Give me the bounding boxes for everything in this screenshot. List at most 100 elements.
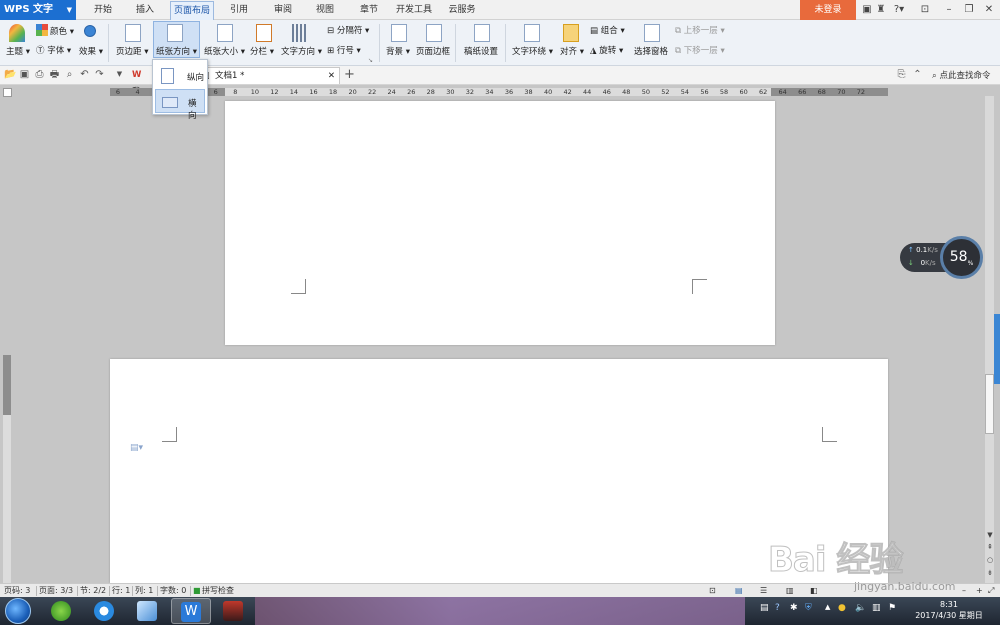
orientation-button[interactable]: 纸张方向 ▾	[156, 45, 197, 57]
share-icon[interactable]: ⎘	[896, 69, 907, 80]
status-page-number[interactable]: 页码: 3	[4, 584, 30, 597]
help-button[interactable]: ?▾	[888, 0, 910, 20]
tab-view[interactable]: 视图	[310, 0, 340, 20]
open-folder-icon[interactable]: 📂	[4, 69, 16, 80]
close-tab-icon[interactable]: ✕	[328, 68, 335, 85]
tab-home[interactable]: 开始	[88, 0, 118, 20]
restore-icon[interactable]: ⊡	[916, 0, 934, 20]
ruler-toggle[interactable]	[3, 88, 12, 97]
paragraph-options-icon[interactable]: ▤▾	[130, 443, 143, 453]
status-row[interactable]: 行: 1	[112, 584, 130, 597]
prev-page-icon[interactable]: ⇞	[985, 543, 995, 553]
line-numbers-button[interactable]: ⊞ 行号 ▾	[327, 44, 361, 56]
taskbar-app-qq-browser[interactable]	[85, 598, 125, 624]
vertical-scrollbar[interactable]	[985, 96, 994, 583]
rotate-button[interactable]: ◮ 旋转 ▾	[590, 44, 623, 56]
tab-insert[interactable]: 插入	[130, 0, 160, 20]
redo-icon[interactable]: ↷	[94, 69, 105, 80]
close-icon[interactable]: ✕	[980, 0, 998, 20]
maximize-icon[interactable]: ❐	[960, 0, 978, 20]
page-setup-launcher-icon[interactable]: ↘	[368, 57, 373, 64]
color-button[interactable]: 颜色 ▾	[50, 25, 74, 37]
horizontal-ruler[interactable]: 6422468101214161820222426283032343638404…	[110, 88, 888, 96]
tray-input-method-icon[interactable]: ●	[838, 603, 846, 613]
group-button[interactable]: ▤ 组合 ▾	[590, 24, 625, 36]
collapse-ribbon-icon[interactable]: ⌃	[912, 69, 923, 80]
scroll-down-arrow-icon[interactable]: ▼	[985, 531, 995, 541]
start-button[interactable]	[5, 598, 31, 624]
tray-network-drive-icon[interactable]: ▤	[760, 603, 769, 613]
orientation-landscape-item[interactable]: 横向	[155, 89, 205, 121]
login-button[interactable]: 未登录	[800, 0, 856, 20]
background-button[interactable]: 背景 ▾	[386, 45, 410, 57]
next-page-icon[interactable]: ⇟	[985, 569, 995, 579]
new-tab-plus-icon[interactable]: +	[344, 68, 355, 81]
reading-view-icon[interactable]: ▥	[786, 584, 794, 597]
print-icon[interactable]: 🖶	[49, 69, 60, 80]
effects-button[interactable]: 效果 ▾	[79, 45, 103, 57]
zoom-in-icon[interactable]: +	[976, 584, 983, 597]
status-pages[interactable]: 页面: 3/3	[39, 584, 73, 597]
text-wrap-button[interactable]: 文字环绕 ▾	[512, 45, 553, 57]
wps-home-tab[interactable]: W 我	[128, 67, 152, 97]
undo-icon[interactable]: ↶	[79, 69, 90, 80]
tray-bluetooth-icon[interactable]: ✱	[790, 603, 798, 613]
columns-button[interactable]: 分栏 ▾	[250, 45, 274, 57]
bring-forward-button[interactable]: ⧉ 上移一层 ▾	[675, 24, 725, 36]
send-backward-button[interactable]: ⧉ 下移一层 ▾	[675, 44, 725, 56]
print-preview-icon[interactable]: ⌕	[64, 69, 75, 80]
theme-button[interactable]: 主题 ▾	[6, 45, 30, 57]
tray-help-icon[interactable]: ?	[775, 603, 780, 613]
select-browse-icon[interactable]: ○	[985, 556, 995, 566]
taskbar-app-wps[interactable]: W	[171, 598, 211, 624]
tray-security-shield-icon[interactable]: ⛨	[805, 603, 812, 613]
tab-references[interactable]: 引用	[224, 0, 254, 20]
align-button[interactable]: 对齐 ▾	[560, 45, 584, 57]
tab-document-1[interactable]: ▯ 文档1 * ✕	[200, 67, 340, 84]
taskbar-app-files[interactable]	[128, 598, 168, 624]
separator-button[interactable]: ⊟ 分隔符 ▾	[327, 24, 369, 36]
text-direction-button[interactable]: 文字方向 ▾	[281, 45, 322, 57]
paper-size-button[interactable]: 纸张大小 ▾	[204, 45, 245, 57]
draft-settings-button[interactable]: 稿纸设置	[464, 45, 498, 57]
tab-cloud[interactable]: 云服务	[445, 0, 479, 20]
tray-network-icon[interactable]: ▥	[872, 603, 881, 613]
orientation-portrait-item[interactable]: 纵向	[155, 64, 205, 88]
page-landscape[interactable]: ▤▾	[110, 359, 888, 583]
tab-review[interactable]: 审阅	[268, 0, 298, 20]
minimize-icon[interactable]: –	[940, 0, 958, 20]
export-pdf-icon[interactable]: ⎙	[34, 69, 45, 80]
status-section[interactable]: 节: 2/2	[80, 584, 106, 597]
select-pane-button[interactable]: 选择窗格	[634, 45, 668, 57]
web-view-icon[interactable]: ◧	[810, 584, 818, 597]
tab-page-layout[interactable]: 页面布局	[170, 1, 214, 20]
app-menu-button[interactable]: WPS 文字 ▼	[0, 0, 76, 20]
tray-expand-chevron-icon[interactable]: ▲	[825, 603, 830, 611]
command-search[interactable]: ⌕ 点此查找命令	[932, 69, 990, 81]
status-column[interactable]: 列: 1	[135, 584, 153, 597]
font-button[interactable]: Ⓣ 字体 ▾	[36, 44, 71, 56]
tray-volume-icon[interactable]: 🔈	[855, 603, 866, 613]
page-border-button[interactable]: 页面边框	[416, 45, 450, 57]
status-word-count[interactable]: 字数: 0	[160, 584, 186, 597]
outline-view-icon[interactable]: ☰	[760, 584, 767, 597]
spell-check-toggle[interactable]: 拼写检查	[202, 584, 234, 597]
zoom-out-icon[interactable]: –	[962, 584, 966, 597]
save-icon[interactable]: ▣	[19, 69, 30, 80]
memory-gauge[interactable]: 58%	[940, 236, 983, 279]
scrollbar-thumb[interactable]	[985, 374, 994, 434]
taskbar-app-media[interactable]	[214, 598, 254, 624]
zoom-fit-icon[interactable]: ⤢	[988, 584, 994, 597]
customize-chevron-icon[interactable]: ▼	[114, 69, 125, 80]
margins-button[interactable]: 页边距 ▾	[116, 45, 148, 57]
fit-page-icon[interactable]: ⊡	[709, 584, 716, 597]
page-portrait[interactable]	[225, 101, 775, 345]
page-view-icon[interactable]: ▤	[735, 584, 743, 597]
taskbar-app-browser[interactable]	[42, 598, 82, 624]
taskbar-clock[interactable]: 8:31 2017/4/30 星期日	[905, 599, 993, 621]
vertical-ruler[interactable]	[3, 355, 11, 583]
tab-developer[interactable]: 开发工具	[392, 0, 436, 20]
side-panel-tab[interactable]	[994, 314, 1000, 384]
tray-action-center-icon[interactable]: ⚑	[888, 603, 896, 613]
tab-chapter[interactable]: 章节	[354, 0, 384, 20]
